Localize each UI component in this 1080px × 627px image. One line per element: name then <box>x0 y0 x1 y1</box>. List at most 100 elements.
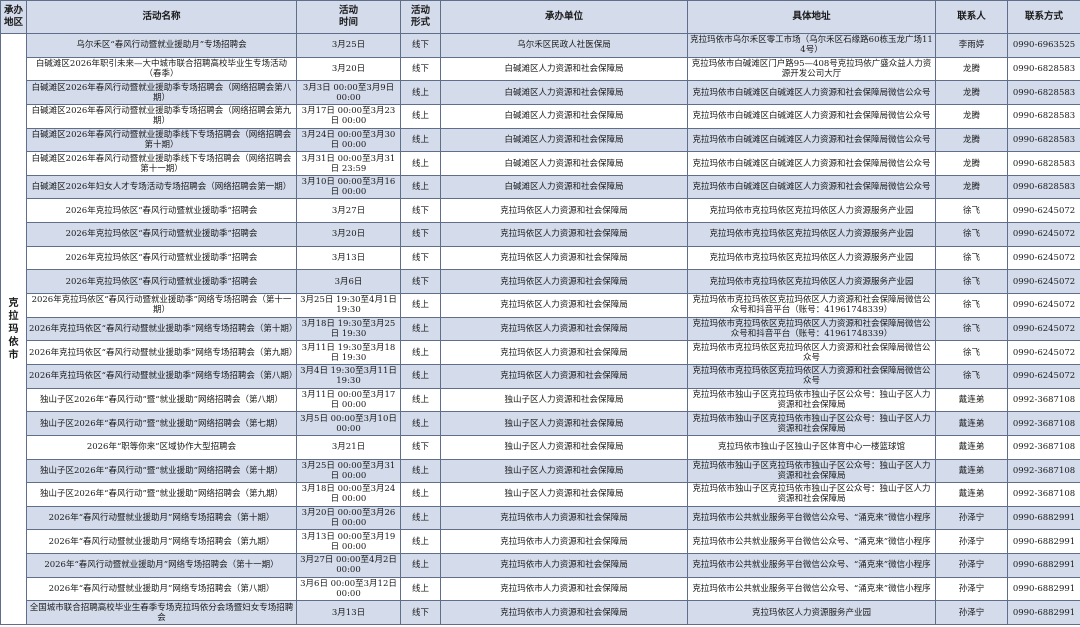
event-time-cell: 3月20日 00:00至3月26日 00:00 <box>296 505 401 531</box>
address-cell: 克拉玛依市独山子区克拉玛依市独山子区公众号：独山子区人力资源和社会保障局 <box>687 458 936 484</box>
address-cell: 克拉玛依市克拉玛依区克拉玛依区人力资源服务产业园 <box>687 245 936 271</box>
table-row: 2026年克拉玛依区“春风行动暨就业援助季”网络专场招聘会（第十期） 3月18日 … <box>0 316 1080 342</box>
contact-person-cell: 徐飞 <box>935 293 1008 318</box>
event-format-cell: 线上 <box>400 80 441 105</box>
contact-phone-cell: 0992-3687108 <box>1007 387 1080 413</box>
contact-phone-cell: 0990-6828583 <box>1007 127 1080 153</box>
event-time-header: 活动 时间 <box>296 0 401 34</box>
address-cell: 克拉玛依市公共就业服务平台微信公众号、“涌克来”微信小程序 <box>687 553 936 578</box>
event-name-cell: 2026年克拉玛依区“春风行动暨就业援助季”招聘会 <box>26 269 297 295</box>
table-row: 2026年“春风行动暨就业援助月”网络专场招聘会（第十期） 3月20日 00:00… <box>0 505 1080 531</box>
contact-phone-cell: 0990-6882991 <box>1007 600 1080 626</box>
contact-phone-cell: 0992-3687108 <box>1007 434 1080 460</box>
contact-person-cell: 龙腾 <box>935 127 1008 153</box>
event-time-cell: 3月18日 19:30至3月25日 19:30 <box>296 316 401 342</box>
event-time-cell: 3月25日 19:30至4月1日 19:30 <box>296 293 401 318</box>
event-format-cell: 线上 <box>400 127 441 153</box>
contact-person-cell: 孙泽宁 <box>935 576 1008 602</box>
organizer-cell: 乌尔禾区民政人社医保局 <box>440 33 688 58</box>
organizer-cell: 克拉玛依区人力资源和社会保障局 <box>440 245 688 271</box>
address-cell: 克拉玛依市克拉玛依区克拉玛依区人力资源和社会保障局微信公众号和抖音平台（账号：4… <box>687 293 936 318</box>
contact-phone-cell: 0990-6245072 <box>1007 245 1080 271</box>
table-row: 白碱滩区2026年春风行动暨就业援助季线下专场招聘会（网络招聘会第十一期） 3月3… <box>0 151 1080 176</box>
organizer-cell: 白碱滩区人力资源和社会保障局 <box>440 80 688 105</box>
event-name-cell: 2026年克拉玛依区“春风行动暨就业援助季”网络专场招聘会（第十期） <box>26 316 297 342</box>
event-format-cell: 线上 <box>400 387 441 413</box>
organizer-cell: 白碱滩区人力资源和社会保障局 <box>440 174 688 200</box>
organizer-cell: 克拉玛依市人力资源和社会保障局 <box>440 505 688 531</box>
organizer-cell: 克拉玛依市人力资源和社会保障局 <box>440 529 688 555</box>
table-row: 白碱滩区2026年春风行动暨就业援助季专场招聘会（网络招聘会第九期） 3月17日 … <box>0 103 1080 129</box>
table-row: 2026年“职等你来”区域协作大型招聘会 3月21日 线下 独山子区人力资源和社会保障… <box>0 434 1080 460</box>
contact-phone-cell: 0990-6882991 <box>1007 529 1080 555</box>
table-row: 2026年“春风行动暨就业援助月”网络专场招聘会（第十一期） 3月27日 00:0… <box>0 553 1080 578</box>
address-cell: 克拉玛依市公共就业服务平台微信公众号、“涌克来”微信小程序 <box>687 576 936 602</box>
table-row: 2026年克拉玛依区“春风行动暨就业援助季”招聘会 3月20日 线下 克拉玛依区人力资… <box>0 222 1080 247</box>
organizer-cell: 独山子区人力资源和社会保障局 <box>440 387 688 413</box>
address-cell: 克拉玛依市克拉玛依区克拉玛依区人力资源服务产业园 <box>687 198 936 224</box>
event-name-cell: 2026年克拉玛依区“春风行动暨就业援助季”招聘会 <box>26 222 297 247</box>
contact-person-cell: 戴连弟 <box>935 482 1008 507</box>
table-row: 2026年克拉玛依区“春风行动暨就业援助季”招聘会 3月13日 线下 克拉玛依区人力资… <box>0 245 1080 271</box>
event-time-cell: 3月27日 <box>296 198 401 224</box>
address-cell: 克拉玛依市乌尔禾区零工市场（乌尔禾区石缘路60栋玉龙广场114号） <box>687 33 936 58</box>
event-time-cell: 3月13日 00:00至3月19日 00:00 <box>296 529 401 555</box>
table-row: 2026年“春风行动暨就业援助月”网络专场招聘会（第九期） 3月13日 00:00… <box>0 529 1080 555</box>
table-row: 2026年克拉玛依区“春风行动暨就业援助季”网络专场招聘会（第八期） 3月4日 1… <box>0 363 1080 389</box>
contact-phone-cell: 0990-6245072 <box>1007 269 1080 295</box>
organizer-cell: 独山子区人力资源和社会保障局 <box>440 458 688 484</box>
address-cell: 克拉玛依市独山子区独山子区体育中心一楼篮球馆 <box>687 434 936 460</box>
contact-person-cell: 徐飞 <box>935 363 1008 389</box>
table-row: 全国城市联合招聘高校毕业生春季专场克拉玛依分会场暨妇女专场招聘会 3月13日 线下克… <box>0 600 1080 626</box>
contact-phone-header: 联系方式 <box>1007 0 1080 34</box>
event-time-cell: 3月13日 <box>296 245 401 271</box>
event-time-cell: 3月18日 00:00至3月24日 00:00 <box>296 482 401 507</box>
address-cell: 克拉玛依市克拉玛依区克拉玛依区人力资源和社会保障局微信公众号和抖音平台（账号：4… <box>687 316 936 342</box>
event-format-header: 活动 形式 <box>400 0 441 34</box>
organizer-cell: 独山子区人力资源和社会保障局 <box>440 434 688 460</box>
event-format-cell: 线下 <box>400 434 441 460</box>
table-header-row: 承办 地区 活动名称 活动 时间 活动 形式 承办单位 具体地址 联系人 联系方式 <box>0 0 1080 34</box>
event-format-cell: 线上 <box>400 505 441 531</box>
contact-person-cell: 龙腾 <box>935 151 1008 176</box>
organizer-header: 承办单位 <box>440 0 688 34</box>
contact-person-cell: 龙腾 <box>935 103 1008 129</box>
contact-person-cell: 徐飞 <box>935 198 1008 224</box>
event-time-cell: 3月13日 <box>296 600 401 626</box>
contact-phone-cell: 0990-6828583 <box>1007 151 1080 176</box>
contact-phone-cell: 0990-6963525 <box>1007 33 1080 58</box>
address-cell: 克拉玛依区人力资源服务产业园 <box>687 600 936 626</box>
event-name-cell: 白碱滩区2026年妇女人才专场活动专场招聘会（网络招聘会第一期） <box>26 174 297 200</box>
organizer-cell: 克拉玛依市人力资源和社会保障局 <box>440 576 688 602</box>
table-row: 白碱滩区2026年春风行动暨就业援助季线下专场招聘会（网络招聘会第十期） 3月24… <box>0 127 1080 153</box>
event-format-cell: 线上 <box>400 458 441 484</box>
event-name-cell: 2026年克拉玛依区“春风行动暨就业援助季”网络专场招聘会（第十一期） <box>26 293 297 318</box>
contact-person-header: 联系人 <box>935 0 1008 34</box>
address-header: 具体地址 <box>687 0 936 34</box>
organizer-cell: 白碱滩区人力资源和社会保障局 <box>440 151 688 176</box>
event-name-cell: 2026年克拉玛依区“春风行动暨就业援助季”网络专场招聘会（第八期） <box>26 363 297 389</box>
event-name-cell: 2026年“春风行动暨就业援助月”网络专场招聘会（第九期） <box>26 529 297 555</box>
event-format-cell: 线下 <box>400 56 441 82</box>
organizer-cell: 克拉玛依市人力资源和社会保障局 <box>440 553 688 578</box>
event-time-cell: 3月5日 00:00至3月10日 00:00 <box>296 411 401 436</box>
event-format-cell: 线上 <box>400 553 441 578</box>
event-time-cell: 3月31日 00:00至3月31日 23:59 <box>296 151 401 176</box>
event-time-cell: 3月20日 <box>296 56 401 82</box>
table-row: 2026年克拉玛依区“春风行动暨就业援助季”网络专场招聘会（第九期） 3月11日 … <box>0 340 1080 365</box>
contact-phone-cell: 0990-6882991 <box>1007 576 1080 602</box>
contact-phone-cell: 0990-6828583 <box>1007 174 1080 200</box>
event-time-cell: 3月25日 <box>296 33 401 58</box>
contact-person-cell: 孙泽宁 <box>935 553 1008 578</box>
organizer-cell: 克拉玛依市人力资源和社会保障局 <box>440 600 688 626</box>
organizer-cell: 克拉玛依区人力资源和社会保障局 <box>440 363 688 389</box>
region-header: 承办 地区 <box>0 0 27 34</box>
contact-phone-cell: 0990-6828583 <box>1007 56 1080 82</box>
event-time-cell: 3月24日 00:00至3月30日 00:00 <box>296 127 401 153</box>
contact-person-cell: 徐飞 <box>935 340 1008 365</box>
contact-person-cell: 戴连弟 <box>935 458 1008 484</box>
contact-phone-cell: 0990-6245072 <box>1007 340 1080 365</box>
table-body: 克拉玛依市乌尔禾区“春风行动暨就业援助月”专场招聘会 3月25日 线下 乌尔禾区民政人… <box>0 32 1080 626</box>
event-name-cell: 2026年“春风行动暨就业援助月”网络专场招聘会（第八期） <box>26 576 297 602</box>
contact-person-cell: 戴连弟 <box>935 411 1008 436</box>
